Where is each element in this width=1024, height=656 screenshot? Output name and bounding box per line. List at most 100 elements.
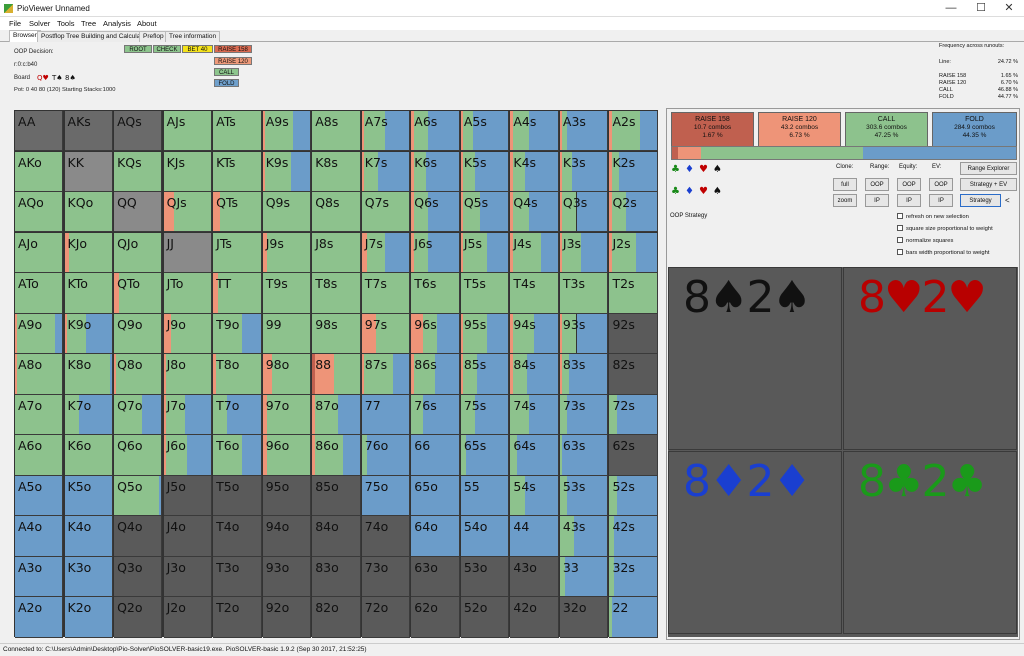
tab-preflop[interactable]: Preflop (139, 31, 168, 42)
equity-oop-button[interactable]: OOP (897, 178, 921, 191)
hand-cell-j7s[interactable]: J7s (361, 232, 411, 273)
hand-cell-j5o[interactable]: J5o (163, 475, 212, 517)
hand-cell-t5s[interactable]: T5s (460, 273, 510, 314)
hand-cell-qts[interactable]: QTs (213, 192, 262, 233)
hand-cell-q9o[interactable]: Q9o (114, 313, 163, 355)
hand-cell-q7s[interactable]: Q7s (361, 192, 411, 233)
hand-cell-32o[interactable]: 32o (559, 597, 609, 638)
hand-cell-a6o[interactable]: A6o (15, 435, 64, 476)
hand-cell-j7o[interactable]: J7o (163, 394, 212, 436)
equity-ip-button[interactable]: IP (897, 194, 921, 207)
hand-cell-93o[interactable]: 93o (262, 556, 312, 598)
hand-cell-t9s[interactable]: T9s (262, 273, 312, 314)
hand-cell-85o[interactable]: 85o (312, 475, 361, 517)
hand-cell-83o[interactable]: 83o (312, 556, 361, 598)
hand-cell-q2s[interactable]: Q2s (609, 192, 658, 233)
hand-cell-52s[interactable]: 52s (609, 475, 658, 517)
hand-cell-ats[interactable]: ATs (213, 111, 262, 152)
combo-cell[interactable]: 8♥2♥ (843, 267, 1017, 450)
hand-cell-75s[interactable]: 75s (460, 394, 510, 436)
hand-cell-92s[interactable]: 92s (609, 313, 658, 355)
maximize-button[interactable]: ☐ (966, 0, 996, 16)
hand-cell-55[interactable]: 55 (460, 475, 510, 517)
hand-cell-q4o[interactable]: Q4o (114, 516, 163, 557)
hand-cell-95o[interactable]: 95o (262, 475, 312, 517)
hand-cell-a3s[interactable]: A3s (559, 111, 609, 152)
strategy-ev-button[interactable]: Strategy + EV (960, 178, 1017, 191)
hand-cell-q9s[interactable]: Q9s (262, 192, 312, 233)
hand-cell-97s[interactable]: 97s (361, 313, 411, 355)
hand-cell-kts[interactable]: KTs (213, 151, 262, 192)
hand-cell-k7s[interactable]: K7s (361, 151, 411, 192)
hand-cell-q7o[interactable]: Q7o (114, 394, 163, 436)
hand-cell-86o[interactable]: 86o (312, 435, 361, 476)
hand-cell-87s[interactable]: 87s (361, 354, 411, 395)
hand-cell-k2o[interactable]: K2o (64, 597, 113, 638)
checkbox-icon[interactable] (897, 213, 903, 219)
hand-cell-tt[interactable]: TT (213, 273, 262, 314)
hand-cell-q3s[interactable]: Q3s (559, 192, 609, 233)
menu-solver[interactable]: Solver (29, 19, 50, 28)
hand-cell-44[interactable]: 44 (510, 516, 559, 557)
option-square-size-checkbox[interactable]: square size proportional to weight (897, 225, 993, 232)
hand-cell-74o[interactable]: 74o (361, 516, 411, 557)
clone-zoom-button[interactable]: zoom (833, 194, 857, 207)
hand-cell-95s[interactable]: 95s (460, 313, 510, 355)
hand-cell-a4s[interactable]: A4s (510, 111, 559, 152)
hand-cell-96o[interactable]: 96o (262, 435, 312, 476)
hand-cell-t7s[interactable]: T7s (361, 273, 411, 314)
tab-tree-information[interactable]: Tree information (165, 31, 221, 42)
hand-cell-k8s[interactable]: K8s (312, 151, 361, 192)
hand-cell-kqs[interactable]: KQs (114, 151, 163, 192)
hand-cell-94o[interactable]: 94o (262, 516, 312, 557)
hand-cell-ajo[interactable]: AJo (15, 232, 64, 273)
suit-filter-diamonds-icon[interactable]: ♦ (685, 186, 694, 197)
hand-cell-22[interactable]: 22 (609, 597, 658, 638)
collapse-button[interactable]: < (1005, 196, 1010, 205)
hand-cell-93s[interactable]: 93s (559, 313, 609, 355)
hand-cell-t6s[interactable]: T6s (411, 273, 460, 314)
path-raise158-button[interactable]: RAISE 158 (214, 45, 252, 53)
hand-cell-75o[interactable]: 75o (361, 475, 411, 517)
hand-cell-a9s[interactable]: A9s (262, 111, 312, 152)
hand-cell-q6s[interactable]: Q6s (411, 192, 460, 233)
hand-cell-q6o[interactable]: Q6o (114, 435, 163, 476)
hand-cell-a3o[interactable]: A3o (15, 556, 64, 598)
hand-cell-j3s[interactable]: J3s (559, 232, 609, 273)
hand-cell-k3s[interactable]: K3s (559, 151, 609, 192)
hand-cell-t5o[interactable]: T5o (213, 475, 262, 517)
hand-cell-63o[interactable]: 63o (411, 556, 460, 598)
hand-cell-87o[interactable]: 87o (312, 394, 361, 436)
hand-cell-63s[interactable]: 63s (559, 435, 609, 476)
hand-cell-j4o[interactable]: J4o (163, 516, 212, 557)
strategy-button[interactable]: Strategy (960, 194, 1001, 207)
hand-cell-94s[interactable]: 94s (510, 313, 559, 355)
hand-cell-88[interactable]: 88 (312, 354, 361, 395)
hand-cell-t2s[interactable]: T2s (609, 273, 658, 314)
hand-cell-t8s[interactable]: T8s (312, 273, 361, 314)
hand-cell-aqs[interactable]: AQs (114, 111, 163, 152)
hand-cell-a8s[interactable]: A8s (312, 111, 361, 152)
hand-cell-53s[interactable]: 53s (559, 475, 609, 517)
hand-cell-j6s[interactable]: J6s (411, 232, 460, 273)
hand-cell-62o[interactable]: 62o (411, 597, 460, 638)
hand-cell-t9o[interactable]: T9o (213, 313, 262, 355)
hand-cell-43o[interactable]: 43o (510, 556, 559, 598)
hand-cell-aa[interactable]: AA (15, 111, 64, 152)
hand-cell-kk[interactable]: KK (64, 151, 113, 192)
hand-cell-k5o[interactable]: K5o (64, 475, 113, 517)
path-fold-button[interactable]: FOLD (214, 79, 239, 87)
option-refresh-checkbox[interactable]: refresh on new selection (897, 213, 969, 220)
hand-cell-92o[interactable]: 92o (262, 597, 312, 638)
suit-filter-diamonds-icon[interactable]: ♦ (685, 164, 694, 175)
hand-cell-52o[interactable]: 52o (460, 597, 510, 638)
action-summary-fold[interactable]: FOLD 284.9 combos 44.35 % (932, 112, 1017, 148)
hand-cell-t6o[interactable]: T6o (213, 435, 262, 476)
hand-cell-qto[interactable]: QTo (114, 273, 163, 314)
hand-cell-76o[interactable]: 76o (361, 435, 411, 476)
ev-oop-button[interactable]: OOP (929, 178, 953, 191)
hand-cell-j9s[interactable]: J9s (262, 232, 312, 273)
hand-cell-j6o[interactable]: J6o (163, 435, 212, 476)
hand-cell-q8s[interactable]: Q8s (312, 192, 361, 233)
checkbox-icon[interactable] (897, 225, 903, 231)
